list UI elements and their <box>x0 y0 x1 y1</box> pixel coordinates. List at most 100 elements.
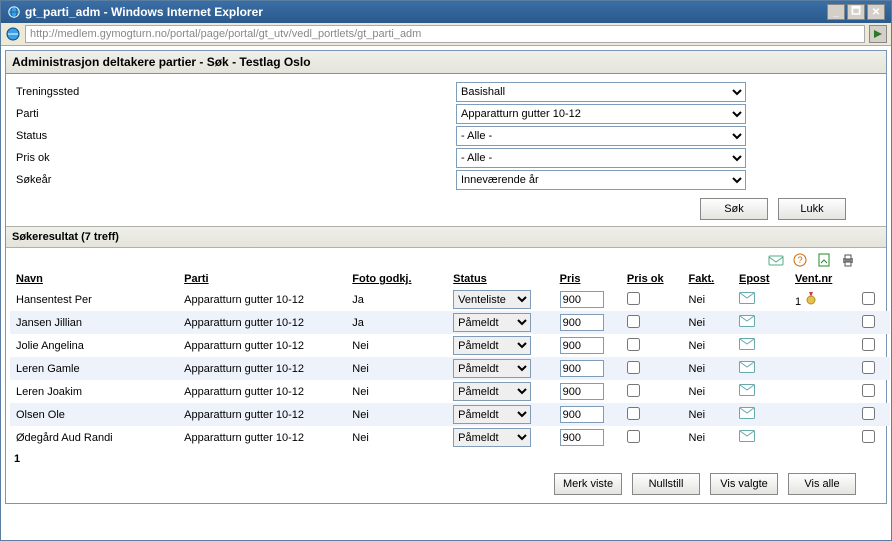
row-select-checkbox[interactable] <box>862 292 875 305</box>
cell-ventnr <box>789 380 856 403</box>
table-row: Leren GamleApparatturn gutter 10-12NeiVe… <box>10 357 890 380</box>
row-prisok-checkbox[interactable] <box>627 315 640 328</box>
row-pris-input[interactable] <box>560 314 604 331</box>
row-select-checkbox[interactable] <box>862 384 875 397</box>
cell-parti: Apparatturn gutter 10-12 <box>178 334 346 357</box>
select-prisok[interactable]: - Alle - <box>456 148 746 168</box>
cell-ventnr <box>789 357 856 380</box>
close-button[interactable]: ✕ <box>867 4 885 20</box>
row-prisok-checkbox[interactable] <box>627 384 640 397</box>
cell-foto: Nei <box>346 403 447 426</box>
row-select-checkbox[interactable] <box>862 361 875 374</box>
cell-foto: Nei <box>346 357 447 380</box>
merk-viste-button[interactable]: Merk viste <box>554 473 622 495</box>
cell-ventnr <box>789 426 856 449</box>
cell-navn: Ødegård Aud Randi <box>10 426 178 449</box>
row-status-select[interactable]: VentelistePåmeldt <box>453 336 531 355</box>
table-row: Olsen OleApparatturn gutter 10-12NeiVent… <box>10 403 890 426</box>
ie-icon <box>7 5 21 19</box>
col-parti[interactable]: Parti <box>178 270 346 288</box>
lukk-button[interactable]: Lukk <box>778 198 846 220</box>
col-epost[interactable]: Epost <box>733 270 789 288</box>
row-prisok-checkbox[interactable] <box>627 407 640 420</box>
cell-navn: Hansentest Per <box>10 288 178 311</box>
row-status-select[interactable]: VentelistePåmeldt <box>453 359 531 378</box>
row-pris-input[interactable] <box>560 383 604 400</box>
cell-ventnr <box>789 311 856 334</box>
select-sokeår[interactable]: Inneværende år <box>456 170 746 190</box>
panel-title: Administrasjon deltakere partier - Søk -… <box>6 51 886 74</box>
row-email-icon[interactable] <box>733 357 789 380</box>
cell-parti: Apparatturn gutter 10-12 <box>178 311 346 334</box>
select-treningssted[interactable]: Basishall <box>456 82 746 102</box>
row-prisok-checkbox[interactable] <box>627 361 640 374</box>
window-title: gt_parti_adm - Windows Internet Explorer <box>25 5 263 19</box>
cell-fakt: Nei <box>683 334 733 357</box>
row-email-icon[interactable] <box>733 288 789 311</box>
row-status-select[interactable]: VentelistePåmeldt <box>453 313 531 332</box>
row-pris-input[interactable] <box>560 291 604 308</box>
table-row: Jolie AngelinaApparatturn gutter 10-12Ne… <box>10 334 890 357</box>
col-foto[interactable]: Foto godkj. <box>346 270 447 288</box>
sok-button[interactable]: Søk <box>700 198 768 220</box>
cell-ventnr <box>789 334 856 357</box>
vis-alle-button[interactable]: Vis alle <box>788 473 856 495</box>
col-navn[interactable]: Navn <box>10 270 178 288</box>
row-pris-input[interactable] <box>560 360 604 377</box>
cell-fakt: Nei <box>683 357 733 380</box>
row-select-checkbox[interactable] <box>862 315 875 328</box>
cell-fakt: Nei <box>683 403 733 426</box>
cell-ventnr <box>789 403 856 426</box>
email-batch-icon[interactable] <box>768 252 784 268</box>
cell-parti: Apparatturn gutter 10-12 <box>178 380 346 403</box>
label-parti: Parti <box>16 108 456 120</box>
cell-navn: Leren Joakim <box>10 380 178 403</box>
row-prisok-checkbox[interactable] <box>627 292 640 305</box>
cell-fakt: Nei <box>683 311 733 334</box>
row-prisok-checkbox[interactable] <box>627 430 640 443</box>
address-bar[interactable]: http://medlem.gymogturn.no/portal/page/p… <box>25 25 865 43</box>
label-sokeår: Søkeår <box>16 174 456 186</box>
svg-text:?: ? <box>797 255 802 265</box>
row-select-checkbox[interactable] <box>862 338 875 351</box>
cell-navn: Jansen Jillian <box>10 311 178 334</box>
nullstill-button[interactable]: Nullstill <box>632 473 700 495</box>
row-status-select[interactable]: VentelistePåmeldt <box>453 382 531 401</box>
col-status[interactable]: Status <box>447 270 553 288</box>
cell-parti: Apparatturn gutter 10-12 <box>178 288 346 311</box>
maximize-button[interactable]: 🗖 <box>847 4 865 20</box>
unknown-plus-icon[interactable]: ? <box>792 252 808 268</box>
row-select-checkbox[interactable] <box>862 407 875 420</box>
row-status-select[interactable]: VentelistePåmeldt <box>453 290 531 309</box>
page-number: 1 <box>6 449 886 469</box>
row-email-icon[interactable] <box>733 403 789 426</box>
cell-foto: Ja <box>346 288 447 311</box>
row-email-icon[interactable] <box>733 426 789 449</box>
go-button[interactable] <box>869 25 887 43</box>
col-pris[interactable]: Pris <box>554 270 621 288</box>
select-parti[interactable]: Apparatturn gutter 10-12 <box>456 104 746 124</box>
cell-navn: Leren Gamle <box>10 357 178 380</box>
col-ventnr[interactable]: Vent.nr <box>789 270 856 288</box>
label-treningssted: Treningssted <box>16 86 456 98</box>
select-status[interactable]: - Alle - <box>456 126 746 146</box>
table-row: Jansen JillianApparatturn gutter 10-12Ja… <box>10 311 890 334</box>
row-email-icon[interactable] <box>733 334 789 357</box>
vis-valgte-button[interactable]: Vis valgte <box>710 473 778 495</box>
row-prisok-checkbox[interactable] <box>627 338 640 351</box>
col-prisok[interactable]: Pris ok <box>621 270 683 288</box>
row-status-select[interactable]: VentelistePåmeldt <box>453 428 531 447</box>
row-pris-input[interactable] <box>560 406 604 423</box>
print-icon[interactable] <box>840 252 856 268</box>
row-status-select[interactable]: VentelistePåmeldt <box>453 405 531 424</box>
row-email-icon[interactable] <box>733 380 789 403</box>
export-icon[interactable] <box>816 252 832 268</box>
row-pris-input[interactable] <box>560 429 604 446</box>
label-prisok: Pris ok <box>16 152 456 164</box>
col-fakt[interactable]: Fakt. <box>683 270 733 288</box>
row-email-icon[interactable] <box>733 311 789 334</box>
row-select-checkbox[interactable] <box>862 430 875 443</box>
minimize-button[interactable]: _ <box>827 4 845 20</box>
row-pris-input[interactable] <box>560 337 604 354</box>
cell-foto: Nei <box>346 426 447 449</box>
